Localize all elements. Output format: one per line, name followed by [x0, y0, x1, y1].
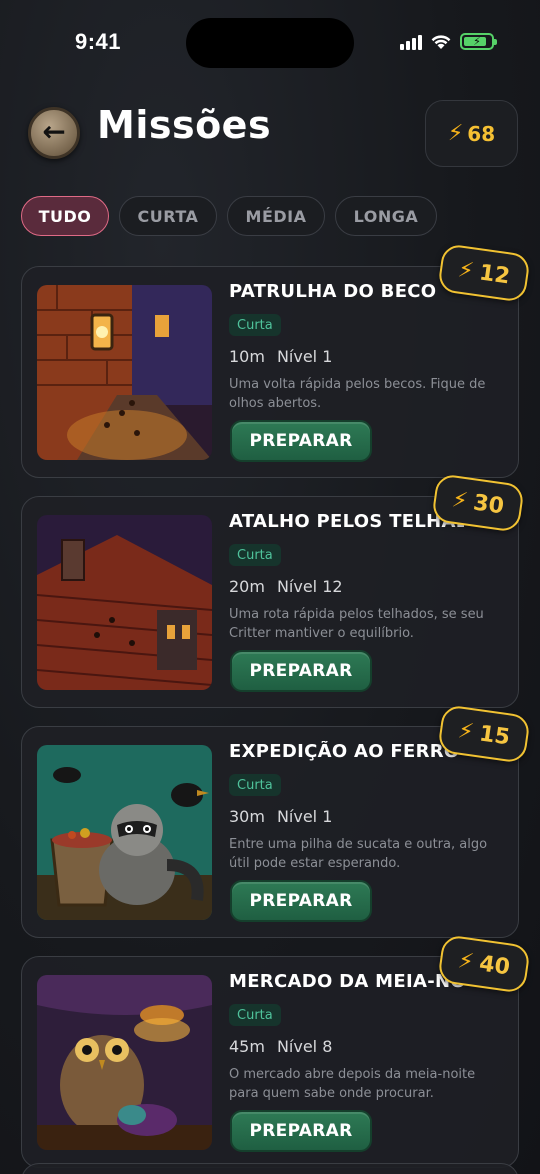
lightning-icon: ⚡ [447, 121, 464, 146]
mission-meta: 45m Nível 8 [229, 1037, 332, 1056]
page-title: Missões [97, 103, 272, 147]
reward-value: 40 [477, 950, 512, 981]
lightning-icon: ⚡ [456, 947, 476, 975]
mission-card-partial[interactable] [21, 1163, 519, 1174]
duration-tag: Curta [229, 314, 281, 336]
mission-meta: 10m Nível 1 [229, 347, 332, 366]
energy-counter[interactable]: ⚡ 68 [425, 100, 518, 167]
mission-card[interactable]: ATALHO PELOS TELHADOS Curta 20m Nível 12… [21, 496, 519, 708]
back-button[interactable]: ← [28, 107, 80, 159]
mission-description: O mercado abre depois da meia-noite para… [229, 1067, 476, 1101]
mission-meta: 30m Nível 1 [229, 807, 332, 826]
mission-duration: 45m [229, 1037, 265, 1056]
energy-value: 68 [467, 121, 496, 146]
mission-description: Uma volta rápida pelos becos. Fique de o… [229, 377, 486, 411]
duration-tag: Curta [229, 544, 281, 566]
status-time: 9:41 [75, 29, 122, 54]
reward-value: 12 [477, 259, 512, 290]
arrow-left-icon: ← [42, 115, 66, 148]
prepare-button[interactable]: PREPARAR [230, 1110, 372, 1152]
mission-title: EXPEDIÇÃO AO FERRO-VELHO [229, 741, 464, 762]
filter-chip-media[interactable]: MÉDIA [227, 196, 325, 236]
reward-value: 30 [471, 489, 506, 520]
filter-chips: TUDO CURTA MÉDIA LONGA [21, 196, 437, 236]
prepare-button[interactable]: PREPARAR [230, 650, 372, 692]
status-icons: ⚡ [400, 33, 497, 50]
lightning-icon: ⚡ [450, 486, 470, 514]
cellular-signal-icon [400, 34, 422, 50]
mission-level: Nível 1 [276, 347, 333, 366]
duration-tag: Curta [229, 1004, 281, 1026]
mission-card[interactable]: PATRULHA DO BECO Curta 10m Nível 1 Uma v… [21, 266, 519, 478]
mission-duration: 10m [229, 347, 265, 366]
prepare-button[interactable]: PREPARAR [230, 880, 372, 922]
mission-meta: 20m Nível 12 [229, 577, 343, 596]
mission-card[interactable]: EXPEDIÇÃO AO FERRO-VELHO Curta 30m Nível… [21, 726, 519, 938]
raccoon-junkyard-image [37, 745, 212, 920]
mission-description: Uma rota rápida pelos telhados, se seu C… [229, 607, 484, 641]
prepare-button[interactable]: PREPARAR [230, 420, 372, 462]
reward-value: 15 [477, 720, 512, 751]
status-bar: 9:41 ⚡ [0, 0, 540, 90]
mission-duration: 30m [229, 807, 265, 826]
lightning-icon: ⚡ [456, 256, 476, 284]
alley-lantern-image [37, 285, 212, 460]
mission-description: Entre uma pilha de sucata e outra, algo … [229, 837, 488, 871]
mission-level: Nível 12 [276, 577, 343, 596]
mission-title: PATRULHA DO BECO [229, 281, 437, 302]
filter-chip-curta[interactable]: CURTA [119, 196, 217, 236]
mission-card[interactable]: MERCADO DA MEIA-NOITE Curta 45m Nível 8 … [21, 956, 519, 1168]
lightning-icon: ⚡ [456, 717, 476, 745]
mission-level: Nível 1 [276, 807, 333, 826]
duration-tag: Curta [229, 774, 281, 796]
mission-level: Nível 8 [276, 1037, 333, 1056]
battery-charging-icon: ⚡ [460, 33, 497, 50]
mission-title: MERCADO DA MEIA-NOITE [229, 971, 464, 992]
mission-title: ATALHO PELOS TELHADOS [229, 511, 464, 532]
wifi-icon [431, 34, 451, 49]
filter-chip-tudo[interactable]: TUDO [21, 196, 109, 236]
mission-duration: 20m [229, 577, 265, 596]
filter-chip-longa[interactable]: LONGA [335, 196, 437, 236]
dynamic-island [186, 18, 354, 68]
owl-market-image [37, 975, 212, 1150]
rooftops-image [37, 515, 212, 690]
